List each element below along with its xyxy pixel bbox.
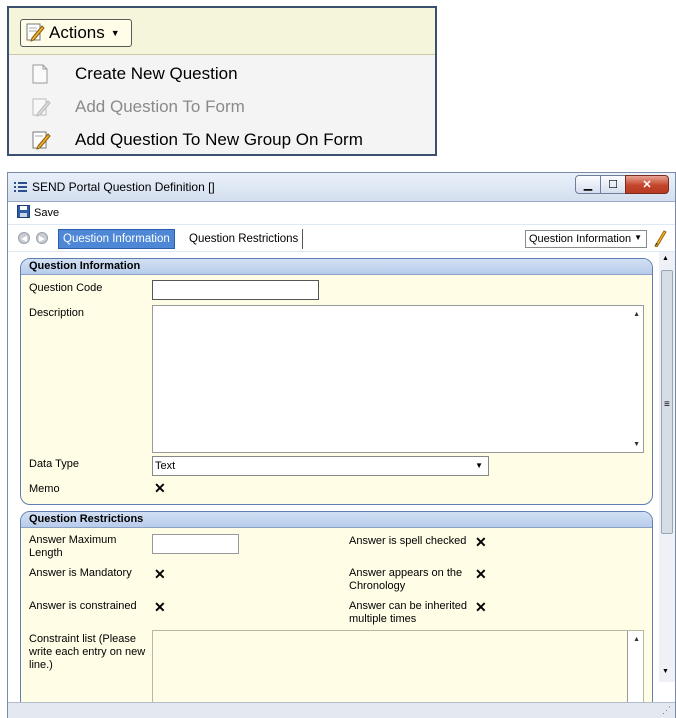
blank-page-icon [31,64,49,87]
arrow-left-icon: ◀ [20,233,28,243]
constraint-list-scrollbar[interactable]: ▲ [627,631,643,702]
memo-label: Memo [29,483,60,495]
window-scrollbar[interactable]: ▲ ≡ ▼ [659,252,675,682]
toolbar: Save [8,202,675,224]
question-code-input[interactable] [152,280,319,300]
scrollbar-thumb[interactable]: ≡ [661,270,673,534]
tab-label: Question Information [63,233,170,245]
scroll-up-icon[interactable]: ▲ [662,255,669,262]
pencil-icon[interactable] [653,229,667,250]
close-button[interactable]: ✕ [625,175,669,194]
inherited-checkbox[interactable]: ✕ [475,600,487,614]
minimize-button[interactable]: ▁ [575,175,601,194]
back-button[interactable]: ◀ [18,232,30,244]
data-type-value: Text [155,460,176,472]
tab-bar: ◀ ▶ Question Information Question Restri… [8,225,675,251]
chronology-label: Answer appears on the Chronology [349,567,463,592]
menu-item-label: Create New Question [75,63,238,83]
chevron-down-icon: ▼ [110,28,120,38]
constraint-list-textarea[interactable]: ▲ [152,630,644,702]
memo-checkbox[interactable]: ✕ [154,481,166,495]
window-controls: ▁ ☐ ✕ [575,175,669,194]
resize-grip-icon[interactable]: ⋰ [662,705,671,716]
spell-checked-checkbox[interactable]: ✕ [475,535,487,549]
max-length-input[interactable] [152,534,239,554]
scroll-down-icon[interactable]: ▼ [662,668,669,675]
menu-item-add-question-to-form[interactable]: Add Question To Form [9,90,435,123]
description-scrollbar[interactable]: ▲ ▼ [629,306,643,452]
menu-item-label: Add Question To Form [75,96,245,116]
status-bar: ⋰ [8,702,675,718]
close-icon: ✕ [642,179,652,191]
question-definition-window: SEND Portal Question Definition [] ▁ ☐ ✕… [7,172,676,718]
actions-menu: Actions ▼ Create New Question Add Questi… [7,6,437,156]
list-icon [14,182,27,196]
mandatory-label: Answer is Mandatory [29,567,132,579]
floppy-disk-icon [17,205,30,221]
constrained-checkbox[interactable]: ✕ [154,600,166,614]
actions-bar: Actions ▼ [9,8,435,55]
data-type-select[interactable]: Text ▼ [152,456,489,476]
chevron-down-icon: ▼ [475,461,483,470]
maximize-icon: ☐ [608,179,618,191]
save-button[interactable]: Save [17,205,59,221]
menu-item-label: Add Question To New Group On Form [75,129,363,149]
menu-item-create-new-question[interactable]: Create New Question [9,57,435,90]
tab-label: Question Restrictions [189,233,299,245]
description-label: Description [29,307,85,319]
question-information-panel: Question Information Question Code Descr… [20,258,653,505]
form-pencil-icon [31,130,51,153]
tab-question-information[interactable]: Question Information [58,229,175,249]
arrow-right-icon: ▶ [38,233,46,243]
data-type-label: Data Type [29,458,79,470]
scroll-down-icon: ▼ [633,441,640,448]
section-select-value: Question Information [529,233,632,245]
maximize-button[interactable]: ☐ [600,175,626,194]
question-code-label: Question Code [29,282,103,294]
form-pencil-icon [31,97,51,120]
window-titlebar[interactable]: SEND Portal Question Definition [] ▁ ☐ ✕ [8,173,675,202]
panel-header: Question Information [21,259,652,275]
description-textarea[interactable]: ▲ ▼ [152,305,644,453]
menu-item-add-question-to-new-group[interactable]: Add Question To New Group On Form [9,123,435,156]
chronology-checkbox[interactable]: ✕ [475,567,487,581]
constraint-list-label: Constraint list (Please write each entry… [29,633,146,671]
max-length-label: Answer Maximum Length [29,534,117,559]
scroll-up-icon: ▲ [633,311,640,318]
constrained-label: Answer is constrained [29,600,137,612]
mandatory-checkbox[interactable]: ✕ [154,567,166,581]
grip-icon: ≡ [664,399,670,410]
form-pencil-icon [25,22,45,45]
question-restrictions-panel: Question Restrictions Answer Maximum Len… [20,511,653,702]
save-button-label: Save [34,207,60,219]
panel-header: Question Restrictions [21,512,652,528]
spell-checked-label: Answer is spell checked [349,535,467,547]
window-title: SEND Portal Question Definition [] [32,180,215,194]
section-select[interactable]: Question Information ▼ [525,230,647,248]
scroll-up-icon: ▲ [633,636,640,643]
actions-button[interactable]: Actions ▼ [20,19,132,47]
forward-button[interactable]: ▶ [36,232,48,244]
chevron-down-icon: ▼ [634,233,642,242]
tab-question-restrictions[interactable]: Question Restrictions [185,229,304,249]
inherited-label: Answer can be inherited multiple times [349,600,468,625]
minimize-icon: ▁ [583,179,593,191]
form-content: Question Information Question Code Descr… [8,252,675,702]
actions-button-label: Actions [49,23,105,42]
